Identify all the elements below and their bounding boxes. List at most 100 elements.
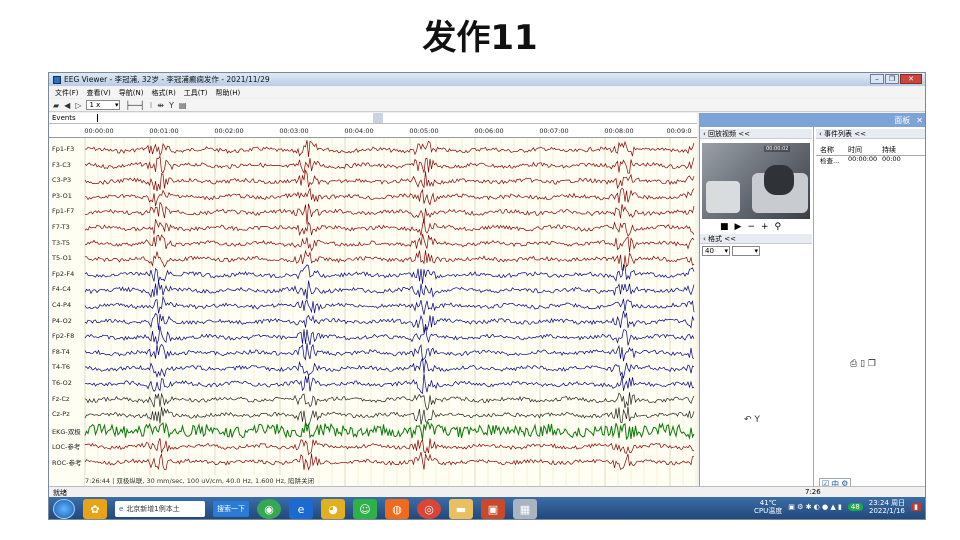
eeg-trace — [85, 233, 695, 253]
video-player[interactable]: 00:00:02 — [702, 143, 810, 219]
time-tick: 00:00:00 — [84, 127, 114, 135]
events-section-header[interactable]: ‹ 事件列表 << — [816, 129, 925, 139]
firefox-icon[interactable]: ◍ — [385, 499, 409, 519]
channel-label[interactable]: T3-T5 — [52, 239, 70, 247]
app-360-icon[interactable]: ✿ — [83, 499, 107, 519]
channel-label[interactable]: F3-C3 — [52, 161, 71, 169]
channel-label[interactable]: T4-T6 — [52, 363, 70, 371]
scroll-thumb[interactable] — [373, 113, 383, 123]
copy-icon[interactable]: ❐ — [868, 359, 876, 369]
column-name[interactable]: 名称 — [816, 145, 848, 155]
notification-badge[interactable]: 48 — [847, 503, 863, 511]
channel-label[interactable]: P4-O2 — [52, 317, 72, 325]
eeg-trace-area[interactable]: Fp1-F3 F3-C3 C3-P3 P3-O1 Fp1-F7 F7-T3 T3-T5 T5-… — [49, 138, 697, 486]
cpu-temp-label: CPU温度 — [754, 507, 783, 515]
channel-label[interactable]: Fp1-F3 — [52, 145, 74, 153]
panel-close-icon[interactable]: ✕ — [916, 116, 923, 125]
taskbar-search-input[interactable]: e 北京新增1例本土 — [115, 501, 205, 517]
window-title: EEG Viewer - 李冠浦, 32岁 - 李冠浦癫痫发作 - 2021/1… — [64, 75, 270, 84]
browser-e-icon: e — [119, 505, 124, 513]
toolbar: ▰ ◀ ▷ 1 x ├──┤ ⁝ ⇹ Y ▤ — [49, 99, 925, 112]
spread-horizontal-icon[interactable]: ⇹ — [157, 101, 164, 110]
channel-label[interactable]: Fp2-F8 — [52, 332, 74, 340]
close-button[interactable]: ✕ — [900, 74, 922, 84]
menu-view[interactable]: 查看(V) — [87, 88, 111, 98]
filter-icon[interactable]: Y — [169, 101, 174, 110]
panel-divider[interactable] — [813, 127, 814, 486]
format-value-select[interactable]: 40 — [702, 246, 730, 256]
undo-icon[interactable]: ↶ — [744, 415, 752, 425]
eeg-trace — [84, 140, 695, 158]
spread-vertical-icon[interactable]: ⁝ — [150, 101, 153, 110]
eeg-trace — [84, 187, 695, 207]
channel-label[interactable]: C4-P4 — [52, 301, 71, 309]
channel-label[interactable]: ROC-参考 — [52, 457, 82, 467]
app-color-icon[interactable]: ◕ — [321, 499, 345, 519]
play-icon[interactable]: ▶ — [735, 222, 742, 232]
channel-label[interactable]: EKG-双极 — [52, 426, 81, 436]
eeg-app-icon[interactable]: ▦ — [513, 499, 537, 519]
search-button[interactable]: 搜索一下 — [213, 501, 249, 517]
channel-label[interactable]: Fp1-F7 — [52, 207, 74, 215]
speed-select[interactable]: 1 x — [86, 100, 121, 110]
menu-file[interactable]: 文件(F) — [55, 88, 79, 98]
channel-label[interactable]: Fp2-F4 — [52, 270, 74, 278]
document-icon[interactable]: ▤ — [179, 101, 187, 110]
video-section-header[interactable]: ‹ 回放视频 << — [700, 129, 812, 139]
format-section-header[interactable]: ‹ 格式 << — [700, 234, 812, 244]
print-icon[interactable]: ⎙ — [850, 359, 857, 369]
eeg-trace — [84, 357, 695, 379]
status-time: 7:26 — [805, 488, 821, 496]
channel-label[interactable]: Cz-Pz — [52, 410, 70, 418]
slider-icon[interactable]: ├──┤ — [125, 101, 144, 110]
channel-label[interactable]: T5-O1 — [52, 254, 72, 262]
channel-label[interactable]: LOC-参考 — [52, 441, 80, 451]
channel-labels: Fp1-F3 F3-C3 C3-P3 P3-O1 Fp1-F7 F7-T3 T3-T5 T5-… — [49, 138, 85, 486]
next-page-icon[interactable]: ▷ — [75, 101, 81, 110]
column-time[interactable]: 时间 — [848, 145, 882, 155]
app-green-icon[interactable]: ◉ — [257, 499, 281, 519]
channel-label[interactable]: F4-C4 — [52, 285, 71, 293]
eeg-trace — [84, 280, 695, 300]
ie-browser-icon[interactable]: e — [289, 499, 313, 519]
events-row[interactable]: Events — [49, 113, 697, 124]
format-secondary-select[interactable] — [732, 246, 760, 256]
window-titlebar[interactable]: EEG Viewer - 李冠浦, 32岁 - 李冠浦癫痫发作 - 2021/1… — [49, 73, 925, 86]
minimize-button[interactable]: – — [870, 74, 884, 84]
magnifier-icon[interactable]: ⚲ — [775, 222, 782, 232]
menu-format[interactable]: 格式(R) — [151, 88, 175, 98]
restore-button[interactable]: ❐ — [885, 74, 899, 84]
channel-label[interactable]: C3-P3 — [52, 176, 71, 184]
channel-label[interactable]: F8-T4 — [52, 348, 70, 356]
folder-icon[interactable]: ▬ — [449, 499, 473, 519]
zoom-in-icon[interactable]: + — [761, 222, 769, 232]
wechat-icon[interactable]: ☺ — [353, 499, 377, 519]
event-time-cell: 00:00:00 — [848, 155, 878, 163]
filter-icon[interactable]: Y — [754, 415, 760, 425]
clock[interactable]: 23:24 周日 2022/1/16 — [869, 499, 905, 515]
page-icon[interactable]: ▯ — [860, 359, 865, 369]
chrome-icon[interactable]: ◎ — [417, 499, 441, 519]
channel-label[interactable]: P3-O1 — [52, 192, 72, 200]
event-duration-cell: 00:00 — [882, 155, 901, 163]
start-button[interactable] — [53, 499, 75, 519]
menu-tools[interactable]: 工具(T) — [184, 88, 208, 98]
tray-icons[interactable]: ▣ ⚙ ✱ ◐ ● ▲ ▮ — [788, 503, 842, 511]
stop-icon[interactable]: ■ — [720, 222, 729, 232]
zoom-out-icon[interactable]: − — [747, 222, 755, 232]
event-marker[interactable] — [97, 114, 98, 122]
slideshow-app-icon[interactable]: ▣ — [481, 499, 505, 519]
menu-navigate[interactable]: 导航(N) — [119, 88, 144, 98]
column-duration[interactable]: 持续 — [882, 145, 912, 155]
cpu-temp[interactable]: 41℃ CPU温度 — [754, 499, 782, 515]
table-row[interactable]: 检查... 00:00:00 00:00 — [816, 155, 925, 165]
channel-label[interactable]: F7-T3 — [52, 223, 70, 231]
open-folder-icon[interactable]: ▰ — [53, 101, 59, 110]
show-desktop-icon[interactable]: ▮ — [911, 503, 921, 511]
menu-help[interactable]: 帮助(H) — [216, 88, 241, 98]
channel-label[interactable]: Fz-Cz — [52, 395, 69, 403]
search-text: 北京新增1例本土 — [126, 505, 180, 513]
prev-page-icon[interactable]: ◀ — [64, 101, 70, 110]
eeg-trace — [84, 295, 695, 315]
channel-label[interactable]: T6-O2 — [52, 379, 72, 387]
